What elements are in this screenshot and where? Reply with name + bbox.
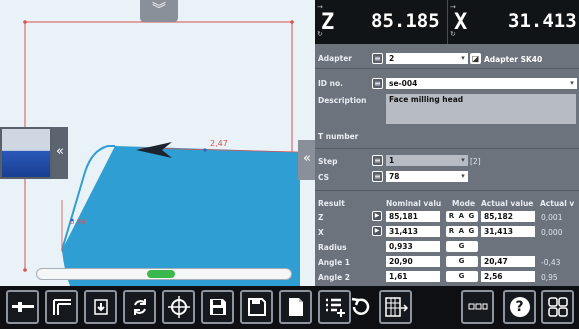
- reset-icon: [349, 295, 373, 319]
- id-field[interactable]: se-004: [386, 78, 568, 89]
- chevron-down-icon[interactable]: ▾: [458, 155, 468, 166]
- double-chevron-left-icon: «: [303, 151, 311, 166]
- tool-icon: [11, 300, 34, 314]
- cs-field[interactable]: 78: [386, 171, 462, 182]
- list-icon[interactable]: ≡: [372, 53, 383, 64]
- play-icon[interactable]: ▶: [372, 211, 382, 221]
- list-add-icon: [324, 297, 346, 317]
- deviation-value: 0,95: [541, 273, 558, 282]
- nominal-header: Nominal valu: [386, 199, 442, 208]
- nominal-value[interactable]: 31,413: [386, 226, 440, 237]
- bottom-toolbar: ?: [0, 286, 579, 329]
- help-icon: ?: [509, 297, 530, 317]
- keypad-icon: [468, 302, 488, 312]
- deviation-header: Actual v: [540, 199, 575, 208]
- save-button[interactable]: [240, 290, 273, 324]
- nominal-value[interactable]: 1,61: [386, 271, 440, 282]
- reset-button[interactable]: [344, 290, 377, 324]
- list-icon[interactable]: ≡: [372, 78, 383, 89]
- layout-icon: [547, 297, 568, 317]
- swap-button[interactable]: [123, 290, 156, 324]
- chevron-down-icon[interactable]: ▾: [458, 53, 468, 64]
- keypad-button[interactable]: [461, 290, 494, 324]
- save-as-button[interactable]: [201, 290, 234, 324]
- actual-header: Actual value: [481, 199, 534, 208]
- adapter-field[interactable]: 2: [386, 53, 462, 64]
- result-row-label: X: [318, 228, 324, 237]
- step-field[interactable]: 1: [386, 155, 462, 166]
- save-icon: [247, 297, 267, 317]
- tool-data-panel: Adapter ≡ 2 ▾ ◪ Adapter SK40 ID no. ≡ se…: [315, 44, 579, 286]
- dimension-top: 2,47: [210, 139, 228, 148]
- mode-badge[interactable]: G: [446, 241, 478, 252]
- mode-header: Mode: [452, 199, 476, 208]
- adapter-name: Adapter SK40: [484, 55, 543, 64]
- tool-preview-tab[interactable]: «: [0, 127, 68, 179]
- grid-export-icon: [384, 296, 408, 318]
- horizontal-scrollbar[interactable]: [36, 268, 292, 280]
- mode-badge[interactable]: G: [446, 271, 478, 282]
- save-as-icon: [208, 297, 228, 317]
- angle-tool-icon: [51, 297, 73, 317]
- nominal-value[interactable]: 0,933: [386, 241, 440, 252]
- angle-tool-button[interactable]: [45, 290, 78, 324]
- contour-viewport[interactable]: 2,47 0,93 ︾ « «: [0, 0, 315, 286]
- nominal-value[interactable]: 85,181: [386, 211, 440, 222]
- axis-z-value: 85.185: [371, 10, 440, 32]
- crosshair-button[interactable]: [162, 290, 195, 324]
- chevron-down-icon[interactable]: ▾: [458, 171, 468, 182]
- t-number-label: T number: [318, 132, 359, 141]
- description-label: Description: [318, 96, 367, 105]
- description-field[interactable]: Face milling head: [386, 94, 576, 124]
- axis-x-letter: X: [454, 10, 468, 35]
- axis-x-readout: → ↻ X 31.413: [448, 0, 579, 44]
- mode-badge[interactable]: R A G: [446, 211, 478, 222]
- axis-z-letter: Z: [321, 10, 335, 35]
- help-button[interactable]: ?: [503, 290, 536, 324]
- deviation-value: -0,43: [541, 258, 561, 267]
- result-row-label: Z: [318, 213, 324, 222]
- deviation-value: 0,000: [541, 228, 563, 237]
- cs-label: CS: [318, 173, 330, 182]
- mode-badge[interactable]: R A G: [446, 226, 478, 237]
- adapter-image-icon: ◪: [470, 53, 481, 64]
- chevron-down-icon[interactable]: ▾: [567, 78, 577, 89]
- layout-button[interactable]: [541, 290, 574, 324]
- download-icon: [91, 297, 111, 317]
- download-button[interactable]: [84, 290, 117, 324]
- crosshair-icon: [167, 296, 190, 318]
- play-icon[interactable]: ▶: [372, 226, 382, 236]
- nominal-value[interactable]: 20,90: [386, 256, 440, 267]
- double-chevron-left-icon[interactable]: «: [52, 127, 68, 179]
- actual-value[interactable]: 85,182: [481, 211, 535, 222]
- new-file-button[interactable]: [279, 290, 312, 324]
- adapter-label: Adapter: [318, 54, 352, 63]
- axis-readout-header: → ↻ Z 85.185 → ↻ X 31.413: [315, 0, 579, 44]
- axis-z-readout: → ↻ Z 85.185: [315, 0, 448, 44]
- actual-value[interactable]: 31,413: [481, 226, 535, 237]
- collapse-top-handle[interactable]: ︾: [140, 0, 178, 22]
- tool-button[interactable]: [6, 290, 39, 324]
- id-label: ID no.: [318, 79, 343, 88]
- new-file-icon: [288, 297, 304, 317]
- swap-icon: [130, 297, 150, 317]
- panel-expand-tab[interactable]: «: [298, 140, 315, 180]
- deviation-value: 0,001: [541, 213, 563, 222]
- chevron-down-icon: ︾: [152, 2, 166, 18]
- tool-thumbnail: [0, 127, 52, 179]
- actual-value[interactable]: 20,47: [481, 256, 535, 267]
- mode-badge[interactable]: G: [446, 256, 478, 267]
- axis-x-value: 31.413: [508, 10, 577, 32]
- result-header: Result: [318, 199, 345, 208]
- result-row-label: Angle 2: [318, 273, 350, 282]
- actual-value[interactable]: 2,56: [481, 271, 535, 282]
- step-count: [2]: [470, 157, 481, 166]
- list-icon[interactable]: ≡: [372, 171, 383, 182]
- grid-export-button[interactable]: [379, 290, 412, 324]
- result-row-label: Radius: [318, 243, 347, 252]
- scrollbar-thumb[interactable]: [147, 270, 175, 278]
- list-icon[interactable]: ≡: [372, 155, 383, 166]
- result-row-label: Angle 1: [318, 258, 350, 267]
- step-label: Step: [318, 157, 338, 166]
